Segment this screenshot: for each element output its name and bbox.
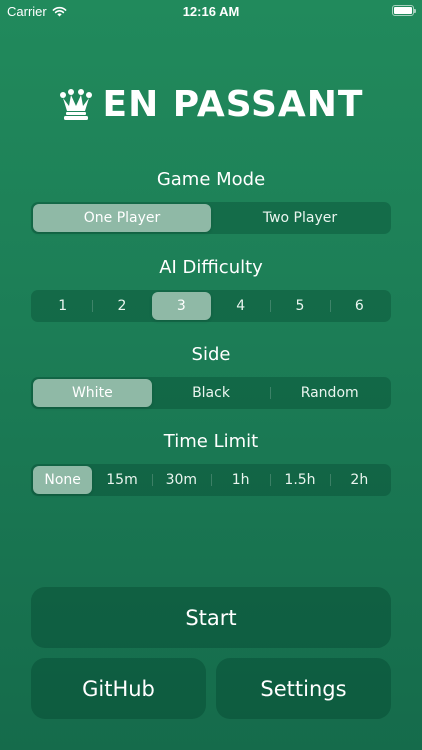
time-limit-control[interactable]: None 15m 30m 1h 1.5h 2h: [31, 464, 391, 496]
status-bar: Carrier 12:16 AM: [0, 0, 422, 22]
side-option-random[interactable]: Random: [270, 379, 389, 407]
queen-crown-icon: [59, 89, 92, 120]
time-limit-option-none[interactable]: None: [33, 466, 93, 494]
github-button-label: GitHub: [82, 676, 155, 701]
start-button-label: Start: [185, 605, 237, 630]
ai-difficulty-control[interactable]: 1 2 3 4 5 6: [31, 290, 391, 322]
difficulty-option-3[interactable]: 3: [151, 292, 211, 320]
start-button[interactable]: Start: [31, 587, 391, 648]
game-mode-option-one-player[interactable]: One Player: [33, 204, 211, 232]
game-mode-option-two-player[interactable]: Two Player: [211, 204, 389, 232]
difficulty-option-4[interactable]: 4: [211, 292, 270, 320]
time-limit-option-1h[interactable]: 1h: [210, 466, 270, 494]
side-control[interactable]: White Black Random: [31, 377, 391, 409]
difficulty-option-5[interactable]: 5: [270, 292, 329, 320]
settings-button[interactable]: Settings: [216, 658, 391, 719]
app-logo: EN PASSANT: [0, 82, 422, 126]
ai-difficulty-label: AI Difficulty: [159, 257, 263, 278]
side-label: Side: [191, 344, 231, 365]
battery-icon: [392, 5, 416, 16]
side-option-black[interactable]: Black: [152, 379, 271, 407]
time-limit-option-15m[interactable]: 15m: [92, 466, 151, 494]
game-mode-label: Game Mode: [156, 169, 266, 190]
github-button[interactable]: GitHub: [31, 658, 206, 719]
difficulty-option-6[interactable]: 6: [329, 292, 389, 320]
difficulty-option-1[interactable]: 1: [33, 292, 92, 320]
side-option-white[interactable]: White: [33, 379, 152, 407]
app-title: EN PASSANT: [102, 83, 364, 125]
time-limit-option-2h[interactable]: 2h: [329, 466, 389, 494]
game-mode-control[interactable]: One Player Two Player: [31, 202, 391, 234]
time-limit-option-1-5h[interactable]: 1.5h: [270, 466, 329, 494]
time-limit-label: Time Limit: [163, 431, 259, 452]
difficulty-option-2[interactable]: 2: [92, 292, 151, 320]
settings-button-label: Settings: [260, 676, 347, 701]
time-limit-option-30m[interactable]: 30m: [151, 466, 211, 494]
status-time: 12:16 AM: [182, 4, 240, 19]
